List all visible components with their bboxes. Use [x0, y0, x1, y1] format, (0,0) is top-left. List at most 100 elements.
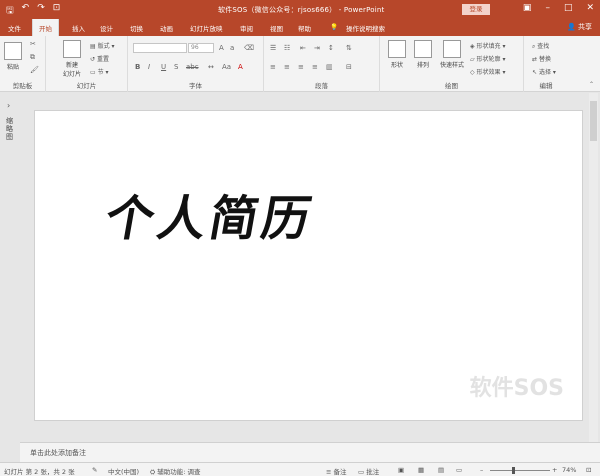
- font-name-input[interactable]: [133, 43, 187, 53]
- decrease-indent-icon[interactable]: ⇤: [300, 44, 306, 52]
- tab-home[interactable]: 开始: [32, 19, 59, 36]
- tab-design[interactable]: 设计: [100, 23, 113, 33]
- close-icon[interactable]: ✕: [586, 3, 594, 13]
- quick-styles-button[interactable]: 快速样式: [438, 40, 466, 69]
- tab-animations[interactable]: 动画: [160, 23, 173, 33]
- copy-icon[interactable]: ⧉: [30, 53, 35, 62]
- shape-outline-button[interactable]: ▱ 形状轮廓 ▾: [470, 54, 505, 63]
- layout-button[interactable]: ▤ 版式 ▾: [90, 41, 115, 50]
- paste-button[interactable]: 粘贴: [4, 42, 22, 71]
- bold-button[interactable]: B: [135, 63, 140, 71]
- shape-fill-button[interactable]: ◈ 形状填充 ▾: [470, 41, 505, 50]
- clipboard-group: 粘贴 ✂ ⧉ 🖌 剪贴板: [0, 36, 46, 92]
- align-right-icon[interactable]: ≡: [298, 63, 304, 71]
- align-text-icon[interactable]: ⊟: [346, 63, 352, 71]
- slide-canvas[interactable]: 个人简历 软件SOS: [34, 110, 583, 421]
- zoom-slider-thumb[interactable]: [512, 467, 515, 474]
- notes-toggle[interactable]: ≡ 备注: [326, 466, 347, 476]
- new-slide-icon: [63, 40, 81, 58]
- slideshow-view-icon[interactable]: ▭: [456, 466, 462, 474]
- notes-pane[interactable]: 单击此处添加备注: [20, 442, 600, 462]
- tab-slideshow[interactable]: 幻灯片放映: [190, 23, 223, 33]
- undo-icon[interactable]: ↶: [22, 3, 30, 19]
- zoom-in-icon[interactable]: +: [552, 466, 557, 474]
- redo-icon[interactable]: ↷: [37, 3, 45, 19]
- spellcheck-icon[interactable]: ✎: [92, 466, 97, 474]
- save-icon[interactable]: 🖫: [6, 3, 14, 19]
- font-color-icon[interactable]: A: [238, 63, 243, 71]
- italic-button[interactable]: I: [148, 63, 150, 71]
- select-button[interactable]: ↖ 选择 ▾: [532, 67, 556, 76]
- arrange-button[interactable]: 排列: [412, 40, 434, 69]
- clear-format-icon[interactable]: ⌫: [244, 44, 254, 52]
- justify-icon[interactable]: ≡: [312, 63, 318, 71]
- lightbulb-icon: 💡: [330, 23, 339, 31]
- shapes-button[interactable]: 形状: [386, 40, 408, 69]
- slide-counter: 幻灯片 第 2 张，共 2 张: [4, 468, 75, 476]
- scrollbar-thumb[interactable]: [590, 101, 597, 141]
- ribbon: 粘贴 ✂ ⧉ 🖌 剪贴板 新建 幻灯片 ▤ 版式 ▾ ↺ 重置 ▭ 节 ▾ 幻灯…: [0, 36, 600, 92]
- comments-toggle[interactable]: ▭ 批注: [358, 466, 379, 476]
- align-center-icon[interactable]: ≡: [284, 63, 290, 71]
- login-button[interactable]: 登录: [462, 4, 490, 15]
- change-case-icon[interactable]: Aa: [222, 63, 231, 71]
- share-button[interactable]: 👤 共享: [567, 22, 592, 32]
- vertical-scrollbar[interactable]: [589, 93, 598, 442]
- title-bar: 🖫 ↶ ↷ ⊡ 软件SOS（微信公众号：rjsos666） - PowerPoi…: [0, 0, 600, 19]
- accessibility-status[interactable]: ⛭ 辅助功能: 调查: [150, 466, 201, 476]
- collapse-ribbon-icon[interactable]: ⌃: [589, 81, 594, 88]
- tab-review[interactable]: 审阅: [240, 23, 253, 33]
- start-slideshow-icon[interactable]: ⊡: [53, 3, 61, 19]
- increase-font-icon[interactable]: A: [219, 44, 224, 52]
- font-size-input[interactable]: 96: [188, 43, 214, 53]
- slide-title[interactable]: 个人简历: [101, 179, 321, 249]
- maximize-icon[interactable]: □: [564, 3, 573, 13]
- cut-icon[interactable]: ✂: [30, 40, 36, 48]
- tell-me-search[interactable]: 操作说明搜索: [346, 23, 385, 33]
- window-controls: ▣ – □ ✕: [523, 3, 594, 13]
- shape-effect-button[interactable]: ◇ 形状效果 ▾: [470, 67, 505, 76]
- tab-view[interactable]: 视图: [270, 23, 283, 33]
- clipboard-label: 剪贴板: [12, 82, 33, 90]
- fit-to-window-icon[interactable]: ⊡: [586, 466, 591, 474]
- numbering-icon[interactable]: ☷: [284, 44, 290, 52]
- notes-placeholder[interactable]: 单击此处添加备注: [30, 448, 86, 458]
- section-button[interactable]: ▭ 节 ▾: [90, 67, 109, 76]
- tab-transitions[interactable]: 切换: [130, 23, 143, 33]
- shadow-button[interactable]: S: [174, 63, 178, 71]
- window-title: 软件SOS（微信公众号：rjsos666） - PowerPoint: [218, 6, 385, 14]
- columns-icon[interactable]: ▥: [326, 63, 333, 71]
- align-left-icon[interactable]: ≡: [270, 63, 276, 71]
- format-painter-icon[interactable]: 🖌: [30, 66, 39, 74]
- normal-view-icon[interactable]: ▣: [398, 466, 404, 474]
- language-indicator[interactable]: 中文(中国): [108, 466, 139, 476]
- zoom-level[interactable]: 74%: [562, 466, 576, 474]
- accessibility-icon: ⛭: [150, 468, 156, 476]
- arrange-icon: [414, 40, 432, 58]
- decrease-font-icon[interactable]: a: [230, 44, 234, 52]
- ribbon-display-options-icon[interactable]: ▣: [523, 3, 532, 13]
- reading-view-icon[interactable]: ▤: [438, 466, 444, 474]
- line-spacing-icon[interactable]: ↕: [328, 44, 334, 52]
- text-direction-icon[interactable]: ⇅: [346, 44, 352, 52]
- minimize-icon[interactable]: –: [545, 3, 550, 13]
- tab-help[interactable]: 帮助: [298, 23, 311, 33]
- find-button[interactable]: ⌕ 查找: [532, 41, 549, 51]
- underline-button[interactable]: U: [161, 63, 166, 71]
- strikethrough-button[interactable]: abc: [186, 63, 199, 71]
- tab-file[interactable]: 文件: [8, 23, 21, 33]
- expand-thumbnails-icon[interactable]: ›: [7, 101, 10, 110]
- replace-button[interactable]: ⇄ 替换: [532, 54, 551, 63]
- quick-styles-icon: [443, 40, 461, 58]
- font-group: 96 A a ⌫ B I U S abc ↔ Aa A 字体: [128, 36, 264, 92]
- new-slide-button[interactable]: 新建 幻灯片: [60, 40, 84, 78]
- increase-indent-icon[interactable]: ⇥: [314, 44, 320, 52]
- thumbnails-label[interactable]: 缩略图: [6, 117, 14, 141]
- slide-sorter-icon[interactable]: ▦: [418, 466, 424, 474]
- zoom-slider[interactable]: [490, 470, 550, 471]
- char-spacing-icon[interactable]: ↔: [208, 63, 214, 71]
- bullets-icon[interactable]: ☰: [270, 44, 276, 52]
- tab-insert[interactable]: 插入: [72, 23, 85, 33]
- reset-button[interactable]: ↺ 重置: [90, 54, 109, 63]
- zoom-out-icon[interactable]: –: [480, 466, 483, 474]
